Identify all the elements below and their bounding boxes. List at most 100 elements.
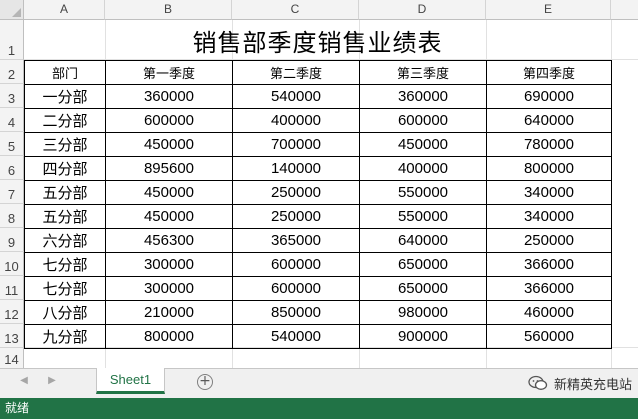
table-cell[interactable]: 450000 xyxy=(359,132,487,157)
table-cell[interactable]: 600000 xyxy=(232,252,360,277)
row-header-5[interactable]: 5 xyxy=(0,132,24,156)
table-cell[interactable]: 895600 xyxy=(105,156,233,181)
sheet-title[interactable]: 销售部季度销售业绩表 xyxy=(24,20,611,60)
row-header-2[interactable]: 2 xyxy=(0,60,24,84)
table-cell[interactable]: 三分部 xyxy=(24,132,106,157)
watermark: 新精英充电站 xyxy=(528,371,632,395)
table-cell[interactable]: 800000 xyxy=(486,156,612,181)
table-cell[interactable]: 800000 xyxy=(105,324,233,349)
table-cell[interactable]: 980000 xyxy=(359,300,487,325)
table-cell[interactable]: 560000 xyxy=(486,324,612,349)
table-cell[interactable]: 640000 xyxy=(486,108,612,133)
table-cell[interactable]: 650000 xyxy=(359,276,487,301)
table-cell[interactable]: 400000 xyxy=(232,108,360,133)
spreadsheet-grid[interactable]: A B C D E 1 2 3 4 5 6 7 8 9 10 11 12 13 … xyxy=(0,0,638,368)
status-bar: 就绪 xyxy=(0,398,638,419)
table-cell[interactable]: 九分部 xyxy=(24,324,106,349)
table-cell[interactable]: 366000 xyxy=(486,276,612,301)
table-cell[interactable]: 540000 xyxy=(232,84,360,109)
table-cell[interactable]: 365000 xyxy=(232,228,360,253)
table-row: 一分部 360000 540000 360000 690000 xyxy=(24,84,612,109)
table-cell[interactable]: 六分部 xyxy=(24,228,106,253)
scroll-right-icon[interactable]: ▶ xyxy=(45,375,59,386)
row-header-3[interactable]: 3 xyxy=(0,84,24,108)
column-header-d[interactable]: D xyxy=(359,0,486,20)
table-cell[interactable]: 300000 xyxy=(105,276,233,301)
watermark-text: 新精英充电站 xyxy=(553,377,632,393)
table-cell[interactable]: 640000 xyxy=(359,228,487,253)
table-cell[interactable]: 450000 xyxy=(105,180,233,205)
table-cell[interactable]: 七分部 xyxy=(24,276,106,301)
table-row: 五分部 450000 250000 550000 340000 xyxy=(24,204,612,229)
table-cell[interactable]: 300000 xyxy=(105,252,233,277)
row-header-11[interactable]: 11 xyxy=(0,276,24,300)
table-cell[interactable]: 360000 xyxy=(105,84,233,109)
row-header-13[interactable]: 13 xyxy=(0,324,24,348)
table-cell[interactable]: 600000 xyxy=(105,108,233,133)
row-header-8[interactable]: 8 xyxy=(0,204,24,228)
table-cell[interactable]: 600000 xyxy=(359,108,487,133)
table-cell[interactable]: 540000 xyxy=(232,324,360,349)
table-header-cell[interactable]: 第三季度 xyxy=(359,60,487,85)
row-header-14[interactable]: 14 xyxy=(0,348,24,368)
table-cell[interactable]: 650000 xyxy=(359,252,487,277)
table-cell[interactable]: 690000 xyxy=(486,84,612,109)
row-header-9[interactable]: 9 xyxy=(0,228,24,252)
sheet-tab-sheet1[interactable]: Sheet1 xyxy=(96,368,165,394)
table-cell[interactable]: 210000 xyxy=(105,300,233,325)
table-cell[interactable]: 340000 xyxy=(486,180,612,205)
table-cell[interactable]: 二分部 xyxy=(24,108,106,133)
table-cell[interactable]: 250000 xyxy=(232,180,360,205)
row-header-1[interactable]: 1 xyxy=(0,20,24,60)
table-row: 四分部 895600 140000 400000 800000 xyxy=(24,156,612,181)
table-row: 六分部 456300 365000 640000 250000 xyxy=(24,228,612,253)
table-header-cell[interactable]: 第二季度 xyxy=(232,60,360,85)
wechat-logo-icon xyxy=(528,375,548,391)
table-cell[interactable]: 一分部 xyxy=(24,84,106,109)
table-cell[interactable]: 340000 xyxy=(486,204,612,229)
table-cell[interactable]: 366000 xyxy=(486,252,612,277)
table-cell[interactable]: 140000 xyxy=(232,156,360,181)
table-cell[interactable]: 八分部 xyxy=(24,300,106,325)
table-cell[interactable]: 850000 xyxy=(232,300,360,325)
table-cell[interactable]: 780000 xyxy=(486,132,612,157)
table-row: 二分部 600000 400000 600000 640000 xyxy=(24,108,612,133)
table-cell[interactable]: 七分部 xyxy=(24,252,106,277)
sheet-tab-bar: ◀ ▶ Sheet1 + 新精英充电站 xyxy=(0,368,638,398)
row-header-10[interactable]: 10 xyxy=(0,252,24,276)
table-cell[interactable]: 700000 xyxy=(232,132,360,157)
scroll-left-icon[interactable]: ◀ xyxy=(17,375,31,386)
table-cell[interactable]: 550000 xyxy=(359,180,487,205)
row-header-12[interactable]: 12 xyxy=(0,300,24,324)
row-header-6[interactable]: 6 xyxy=(0,156,24,180)
table-cell[interactable]: 456300 xyxy=(105,228,233,253)
table-cell[interactable]: 250000 xyxy=(232,204,360,229)
column-header-c[interactable]: C xyxy=(232,0,359,20)
table-row: 七分部 300000 600000 650000 366000 xyxy=(24,252,612,277)
table-cell[interactable]: 400000 xyxy=(359,156,487,181)
table-header-cell[interactable]: 部门 xyxy=(24,60,106,85)
column-header-b[interactable]: B xyxy=(105,0,232,20)
column-header-f[interactable] xyxy=(611,0,638,20)
table-cell[interactable]: 五分部 xyxy=(24,180,106,205)
table-cell[interactable]: 450000 xyxy=(105,204,233,229)
select-all-corner[interactable] xyxy=(0,0,24,20)
table-cell[interactable]: 460000 xyxy=(486,300,612,325)
table-row: 八分部 210000 850000 980000 460000 xyxy=(24,300,612,325)
table-cell[interactable]: 900000 xyxy=(359,324,487,349)
table-row: 五分部 450000 250000 550000 340000 xyxy=(24,180,612,205)
table-cell[interactable]: 五分部 xyxy=(24,204,106,229)
row-header-7[interactable]: 7 xyxy=(0,180,24,204)
table-header-cell[interactable]: 第一季度 xyxy=(105,60,233,85)
table-cell[interactable]: 450000 xyxy=(105,132,233,157)
row-header-4[interactable]: 4 xyxy=(0,108,24,132)
column-header-e[interactable]: E xyxy=(486,0,611,20)
table-cell[interactable]: 四分部 xyxy=(24,156,106,181)
add-sheet-icon[interactable]: + xyxy=(197,374,213,390)
table-header-cell[interactable]: 第四季度 xyxy=(486,60,612,85)
table-cell[interactable]: 550000 xyxy=(359,204,487,229)
table-cell[interactable]: 360000 xyxy=(359,84,487,109)
table-cell[interactable]: 250000 xyxy=(486,228,612,253)
column-header-a[interactable]: A xyxy=(24,0,105,20)
table-cell[interactable]: 600000 xyxy=(232,276,360,301)
